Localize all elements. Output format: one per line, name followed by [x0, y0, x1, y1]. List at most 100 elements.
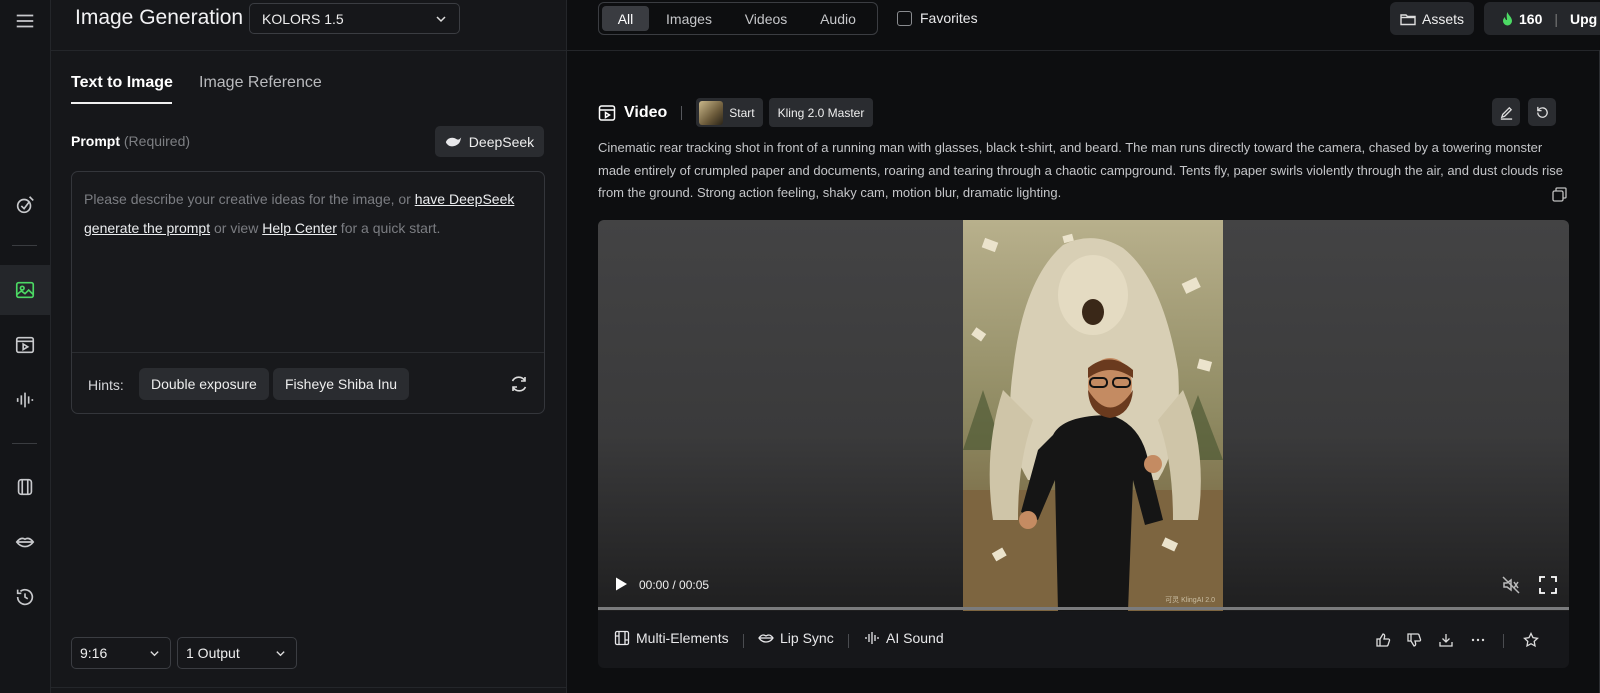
- ai-sound-button[interactable]: AI Sound: [864, 630, 944, 646]
- lip-sync-button[interactable]: Lip Sync: [758, 630, 834, 646]
- model-select[interactable]: KOLORS 1.5: [249, 3, 460, 34]
- video-title: Video: [598, 104, 667, 122]
- active-tab-indicator: [71, 102, 172, 104]
- results-area: All Images Videos Audio Favorites Assets…: [567, 0, 1600, 693]
- help-center-link[interactable]: Help Center: [262, 220, 337, 236]
- start-frame-thumbnail: [699, 100, 724, 125]
- video-still-image: [963, 220, 1223, 611]
- tab-image-reference[interactable]: Image Reference: [199, 74, 322, 92]
- thumbs-up-icon[interactable]: [1375, 632, 1391, 648]
- flame-icon: [1503, 11, 1512, 25]
- sound-wave-icon: [865, 632, 879, 644]
- prompt-required-text: (Required): [123, 133, 191, 149]
- video-time: 00:00 / 00:05: [639, 578, 710, 592]
- pencil-icon: [1500, 106, 1512, 120]
- multi-elements-label: Multi-Elements: [636, 630, 729, 646]
- chevron-down-icon: [276, 651, 285, 657]
- play-icon[interactable]: [613, 576, 629, 592]
- multi-elements-icon: [614, 630, 630, 646]
- deepseek-label: DeepSeek: [468, 133, 535, 150]
- media-filter: All Images Videos Audio: [598, 2, 878, 35]
- ai-sound-label: AI Sound: [886, 630, 944, 646]
- favorites-toggle[interactable]: Favorites: [897, 10, 978, 26]
- chevron-down-icon: [150, 651, 159, 657]
- creative-tools-icon[interactable]: [0, 180, 50, 230]
- tab-text-to-image[interactable]: Text to Image: [71, 74, 173, 92]
- aspect-ratio-value: 9:16: [80, 645, 108, 661]
- more-icon[interactable]: [1470, 632, 1486, 648]
- audio-generation-icon[interactable]: [0, 375, 50, 425]
- assets-button[interactable]: Assets: [1390, 2, 1474, 35]
- rail-divider: [12, 443, 37, 444]
- model-select-value: KOLORS 1.5: [262, 10, 344, 27]
- nav-rail: [0, 0, 51, 693]
- aspect-ratio-select[interactable]: 9:16: [71, 637, 171, 669]
- start-frame-chip[interactable]: Start: [696, 98, 763, 127]
- filter-videos[interactable]: Videos: [729, 6, 803, 31]
- multi-elements-button[interactable]: Multi-Elements: [614, 630, 729, 646]
- video-action-bar: Multi-Elements Lip Sync AI Sound: [598, 611, 1569, 668]
- history-icon[interactable]: [0, 572, 50, 622]
- video-watermark: 可灵 KlingAI 2.0: [1165, 597, 1215, 604]
- upgrade-label[interactable]: Upg: [1570, 11, 1597, 27]
- panel-footer-divider: [51, 687, 567, 688]
- prompt-textarea[interactable]: Please describe your creative ideas for …: [71, 171, 545, 414]
- video-generation-icon[interactable]: [0, 320, 50, 370]
- deepseek-button[interactable]: DeepSeek: [435, 126, 544, 157]
- page-title: Image Generation: [75, 6, 244, 29]
- output-count-value: 1 Output: [186, 645, 240, 661]
- prompt-placeholder-part1: Please describe your creative ideas for …: [84, 191, 415, 207]
- folder-icon: [1400, 13, 1416, 25]
- header-divider: [51, 50, 567, 51]
- assets-label: Assets: [1421, 10, 1464, 27]
- prompt-placeholder-part2: or view: [210, 220, 263, 236]
- action-divider: [1503, 634, 1504, 648]
- star-icon[interactable]: [1523, 632, 1539, 648]
- credits-button[interactable]: 160 | Upg: [1484, 2, 1600, 35]
- title-divider: [681, 105, 683, 120]
- video-title-text: Video: [624, 103, 668, 121]
- filter-images[interactable]: Images: [649, 6, 729, 31]
- whale-icon: [445, 137, 461, 146]
- prompt-label-text: Prompt: [71, 133, 120, 149]
- filter-all[interactable]: All: [602, 6, 649, 31]
- edit-button[interactable]: [1492, 98, 1520, 126]
- action-divider: [743, 634, 744, 648]
- lip-sync-icon[interactable]: [0, 517, 50, 567]
- prompt-placeholder-part3: for a quick start.: [336, 220, 441, 236]
- chevron-down-icon: [436, 16, 446, 23]
- action-divider: [848, 634, 849, 648]
- undo-icon: [1536, 106, 1548, 118]
- image-generation-icon[interactable]: [0, 265, 50, 315]
- mute-icon[interactable]: [1501, 575, 1521, 595]
- credits-count: 160: [1519, 10, 1543, 27]
- download-icon[interactable]: [1438, 632, 1454, 648]
- favorites-checkbox[interactable]: [897, 10, 912, 26]
- prompt-placeholder: Please describe your creative ideas for …: [84, 185, 530, 243]
- video-description: Cinematic rear tracking shot in front of…: [598, 140, 1563, 200]
- regenerate-button[interactable]: [1528, 98, 1556, 126]
- video-progress-bar[interactable]: [598, 607, 1569, 610]
- hint-chip-double-exposure[interactable]: Double exposure: [139, 368, 269, 400]
- output-count-select[interactable]: 1 Output: [177, 637, 297, 669]
- credits-divider: |: [1554, 10, 1558, 27]
- video-icon: [598, 104, 616, 121]
- hints-divider: [72, 352, 544, 353]
- lips-icon: [758, 634, 774, 643]
- thumbs-down-icon[interactable]: [1406, 632, 1422, 648]
- copy-icon[interactable]: [1552, 187, 1567, 202]
- favorites-label: Favorites: [920, 10, 978, 26]
- video-player[interactable]: 可灵 KlingAI 2.0 00:00 / 00:05: [598, 220, 1569, 611]
- menu-icon[interactable]: [0, 0, 50, 46]
- filter-audio[interactable]: Audio: [803, 6, 873, 31]
- video-card-header: Video Start Kling 2.0 Master: [598, 98, 874, 127]
- fullscreen-icon[interactable]: [1539, 576, 1557, 594]
- generation-panel: Image Generation KOLORS 1.5 Text to Imag…: [51, 0, 567, 693]
- rail-divider: [12, 245, 37, 246]
- hint-chip-fisheye-shiba[interactable]: Fisheye Shiba Inu: [273, 368, 410, 400]
- video-model-chip: Kling 2.0 Master: [768, 98, 874, 127]
- start-frame-label: Start: [729, 105, 755, 120]
- assets-box-icon[interactable]: [0, 462, 50, 512]
- video-frame: 可灵 KlingAI 2.0: [963, 220, 1223, 611]
- refresh-hints-icon[interactable]: [509, 374, 529, 394]
